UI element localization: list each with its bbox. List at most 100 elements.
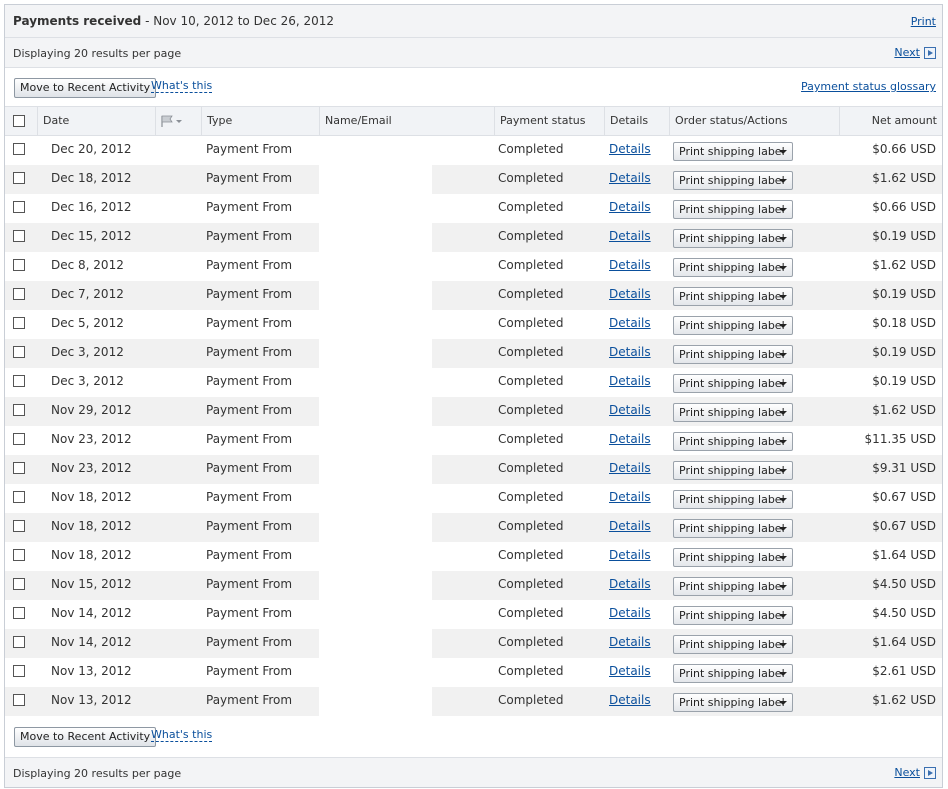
row-checkbox[interactable]	[13, 288, 25, 300]
row-checkbox[interactable]	[13, 636, 25, 648]
row-checkbox[interactable]	[13, 578, 25, 590]
print-shipping-label-dropdown[interactable]: Print shipping label	[673, 635, 793, 654]
chevron-down-icon[interactable]	[779, 643, 787, 647]
chevron-down-icon[interactable]	[779, 150, 787, 154]
row-checkbox[interactable]	[13, 375, 25, 387]
col-payment-status[interactable]: Payment status	[494, 107, 604, 135]
chevron-down-icon[interactable]	[779, 498, 787, 502]
print-shipping-label-dropdown[interactable]: Print shipping label	[673, 171, 793, 190]
chevron-down-icon[interactable]	[779, 672, 787, 676]
row-details-link[interactable]: Details	[609, 374, 651, 388]
col-flag[interactable]	[155, 107, 201, 135]
print-shipping-label-dropdown[interactable]: Print shipping label	[673, 432, 793, 451]
row-details-link[interactable]: Details	[609, 577, 651, 591]
row-details-link[interactable]: Details	[609, 635, 651, 649]
chevron-down-icon[interactable]	[779, 208, 787, 212]
row-checkbox[interactable]	[13, 201, 25, 213]
print-shipping-label-dropdown[interactable]: Print shipping label	[673, 693, 793, 712]
whats-this-link[interactable]: What's this	[151, 79, 213, 93]
print-shipping-label-dropdown[interactable]: Print shipping label	[673, 403, 793, 422]
next-page-button-bottom[interactable]: Next	[894, 766, 936, 779]
print-shipping-label-dropdown[interactable]: Print shipping label	[673, 258, 793, 277]
print-shipping-label-dropdown[interactable]: Print shipping label	[673, 577, 793, 596]
next-link-bottom[interactable]: Next	[894, 766, 920, 779]
row-details-link[interactable]: Details	[609, 461, 651, 475]
move-to-recent-activity-button-bottom[interactable]: Move to Recent Activity	[14, 727, 157, 747]
chevron-down-icon[interactable]	[779, 237, 787, 241]
flag-icon[interactable]	[160, 115, 184, 127]
chevron-down-icon[interactable]	[779, 179, 787, 183]
print-link[interactable]: Print	[911, 15, 936, 28]
print-shipping-label-dropdown[interactable]: Print shipping label	[673, 287, 793, 306]
chevron-down-icon[interactable]	[779, 266, 787, 270]
chevron-down-icon[interactable]	[779, 353, 787, 357]
print-shipping-label-dropdown[interactable]: Print shipping label	[673, 548, 793, 567]
row-checkbox[interactable]	[13, 694, 25, 706]
chevron-down-icon[interactable]	[779, 440, 787, 444]
move-to-recent-activity-button[interactable]: Move to Recent Activity	[14, 78, 157, 98]
print-shipping-label-dropdown[interactable]: Print shipping label	[673, 606, 793, 625]
row-checkbox[interactable]	[13, 346, 25, 358]
chevron-down-icon[interactable]	[779, 614, 787, 618]
row-checkbox[interactable]	[13, 143, 25, 155]
chevron-down-icon[interactable]	[779, 295, 787, 299]
row-checkbox[interactable]	[13, 317, 25, 329]
chevron-down-icon[interactable]	[779, 411, 787, 415]
row-checkbox[interactable]	[13, 491, 25, 503]
row-checkbox[interactable]	[13, 172, 25, 184]
print-shipping-label-dropdown[interactable]: Print shipping label	[673, 461, 793, 480]
row-details-link[interactable]: Details	[609, 432, 651, 446]
chevron-down-icon[interactable]	[779, 382, 787, 386]
print-shipping-label-dropdown[interactable]: Print shipping label	[673, 345, 793, 364]
print-shipping-label-dropdown[interactable]: Print shipping label	[673, 200, 793, 219]
row-details-link[interactable]: Details	[609, 606, 651, 620]
col-date[interactable]: Date	[37, 107, 155, 135]
row-checkbox[interactable]	[13, 259, 25, 271]
chevron-down-icon[interactable]	[779, 585, 787, 589]
row-details-link[interactable]: Details	[609, 229, 651, 243]
next-arrow-icon-bottom[interactable]	[924, 766, 936, 779]
row-details-link[interactable]: Details	[609, 490, 651, 504]
row-details-link[interactable]: Details	[609, 664, 651, 678]
row-checkbox[interactable]	[13, 404, 25, 416]
print-shipping-label-dropdown[interactable]: Print shipping label	[673, 664, 793, 683]
print-shipping-label-dropdown[interactable]: Print shipping label	[673, 316, 793, 335]
row-checkbox[interactable]	[13, 549, 25, 561]
row-checkbox[interactable]	[13, 230, 25, 242]
chevron-down-icon[interactable]	[779, 556, 787, 560]
next-arrow-icon[interactable]	[924, 46, 936, 59]
print-shipping-label-dropdown[interactable]: Print shipping label	[673, 229, 793, 248]
row-details-link[interactable]: Details	[609, 142, 651, 156]
chevron-down-icon[interactable]	[779, 527, 787, 531]
payment-status-glossary-link[interactable]: Payment status glossary	[801, 80, 936, 93]
row-details-link[interactable]: Details	[609, 548, 651, 562]
select-all-checkbox[interactable]	[13, 115, 25, 127]
row-details-link[interactable]: Details	[609, 287, 651, 301]
col-net-amount[interactable]: Net amount	[839, 107, 942, 135]
row-details-link[interactable]: Details	[609, 519, 651, 533]
row-details-link[interactable]: Details	[609, 171, 651, 185]
chevron-down-icon[interactable]	[779, 701, 787, 705]
chevron-down-icon[interactable]	[779, 469, 787, 473]
next-page-button[interactable]: Next	[894, 46, 936, 59]
row-details-link[interactable]: Details	[609, 693, 651, 707]
row-details-link[interactable]: Details	[609, 403, 651, 417]
row-checkbox[interactable]	[13, 520, 25, 532]
row-details-link[interactable]: Details	[609, 316, 651, 330]
print-shipping-label-dropdown[interactable]: Print shipping label	[673, 142, 793, 161]
print-shipping-label-dropdown[interactable]: Print shipping label	[673, 519, 793, 538]
print-shipping-label-dropdown[interactable]: Print shipping label	[673, 490, 793, 509]
col-type[interactable]: Type	[201, 107, 319, 135]
row-details-link[interactable]: Details	[609, 200, 651, 214]
row-details-link[interactable]: Details	[609, 258, 651, 272]
row-checkbox[interactable]	[13, 607, 25, 619]
row-checkbox[interactable]	[13, 462, 25, 474]
next-link[interactable]: Next	[894, 46, 920, 59]
print-shipping-label-dropdown[interactable]: Print shipping label	[673, 374, 793, 393]
row-checkbox[interactable]	[13, 665, 25, 677]
whats-this-link-bottom[interactable]: What's this	[151, 728, 213, 742]
col-name-email[interactable]: Name/Email	[319, 107, 494, 135]
row-checkbox[interactable]	[13, 433, 25, 445]
row-details-link[interactable]: Details	[609, 345, 651, 359]
chevron-down-icon[interactable]	[779, 324, 787, 328]
